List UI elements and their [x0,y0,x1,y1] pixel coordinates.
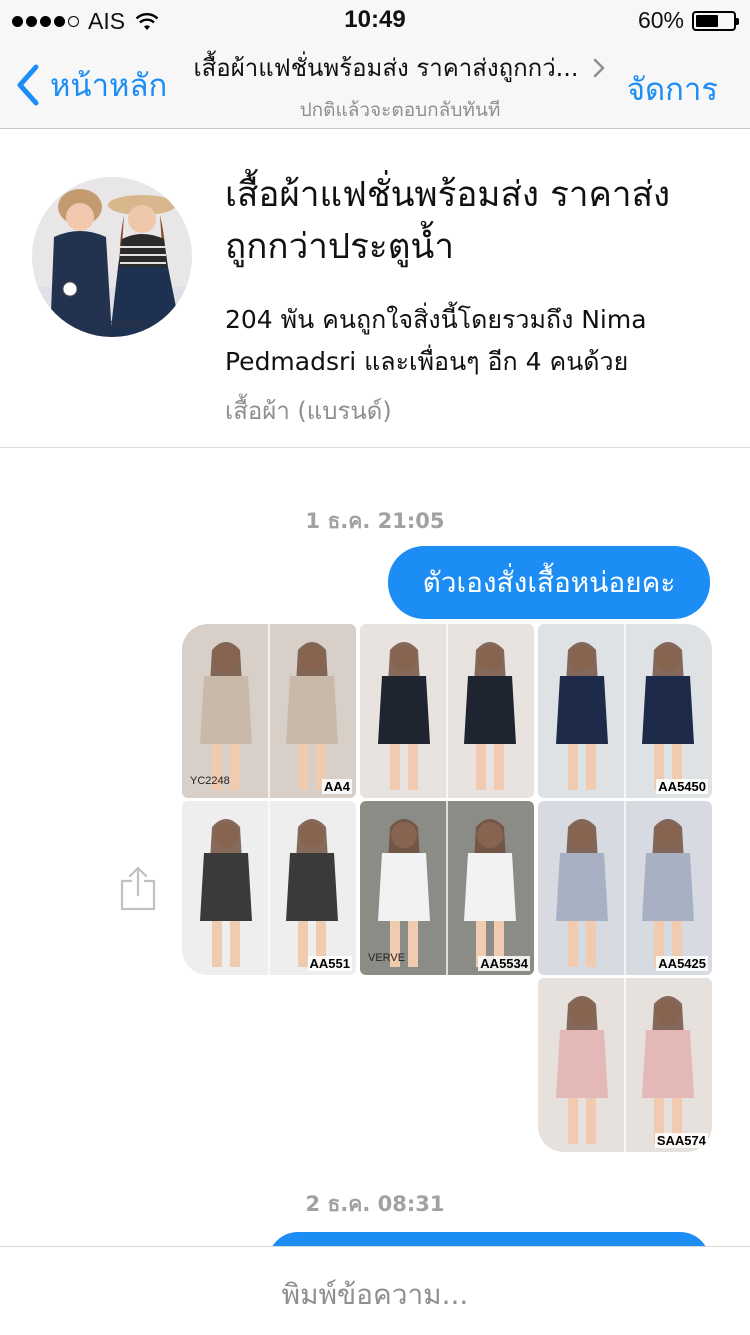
image-attachment[interactable]: YC2248 AA4 [182,624,356,798]
page-category: เสื้อผ้า (แบรนด์) [225,397,392,425]
battery-percent: 60% [637,7,684,33]
response-status: ปกติแล้วจะตอบกลับทันที [299,99,501,121]
fashion-photo [538,624,712,798]
fashion-photo [182,801,356,975]
avatar-photo: YC3174 [32,177,192,337]
image-attachment[interactable]: AA551 [182,801,356,975]
likes-line: Pedmadsri และเพื่อนๆ อีก 4 คนด้วย [225,347,629,376]
back-button[interactable]: หน้าหลัก [14,60,167,110]
image-attachment[interactable]: AA5425 [538,801,712,975]
conversation-title: เสื้อผ้าแฟชั่นพร้อมส่ง ราคาส่งถูกกว่... [193,54,579,82]
fashion-photo: YC2248 [182,624,356,798]
page-name[interactable]: เสื้อผ้าแฟชั่นพร้อมส่ง ราคาส่ง ถูกกว่าปร… [225,169,725,273]
share-icon[interactable] [118,865,158,913]
fashion-photo [538,978,712,1152]
conversation-header[interactable]: เสื้อผ้าแฟชั่นพร้อมส่ง ราคาส่งถูกกว่... … [180,48,620,125]
chevron-right-icon [593,58,605,77]
product-code: AA551 [307,956,352,971]
manage-button[interactable]: จัดการ [627,64,718,114]
message-composer[interactable]: พิมพ์ข้อความ... [0,1246,750,1335]
avatar-code: YC3174 [110,319,143,329]
navigation-bar: หน้าหลัก เสื้อผ้าแฟชั่นพร้อมส่ง ราคาส่งถ… [0,40,750,129]
message-timestamp: 1 ธ.ค. 21:05 [305,509,445,533]
product-code: AA5425 [656,956,708,971]
image-attachment[interactable]: AA5450 [538,624,712,798]
chevron-left-icon [17,64,39,106]
fashion-photo [538,801,712,975]
image-attachment-grid: YC2248 AA4 AA5450 AA551 VERVE AA5534 AA5425 SAA… [182,624,712,1152]
product-code: SAA574 [654,1133,708,1148]
likes-line: 204 พัน คนถูกใจสิ่งนี้โดยรวมถึง Nima [225,305,647,334]
image-attachment[interactable]: SAA574 [538,978,712,1152]
product-code: AA4 [321,779,352,794]
product-code: AA5450 [656,779,708,794]
status-bar: AIS 10:49 60% [0,0,750,40]
avatar[interactable]: YC3174 [32,177,192,337]
image-tag: YC2248 [190,775,230,787]
image-attachment[interactable]: VERVE AA5534 [360,801,534,975]
image-tag: VERVE [368,952,405,964]
battery-status: 60% [637,7,739,34]
page-name-line: ถูกกว่าประตูน้ำ [225,227,455,267]
outgoing-message-bubble[interactable]: ตัวเองสั่งเสื้อหน่อยคะ [388,546,710,619]
message-input[interactable]: พิมพ์ข้อความ... [0,1273,750,1317]
page-profile-card: YC3174 เสื้อผ้าแฟชั่นพร้อมส่ง ราคาส่ง ถู… [0,129,750,448]
page-name-line: เสื้อผ้าแฟชั่นพร้อมส่ง ราคาส่ง [225,175,671,215]
image-attachment[interactable] [360,624,534,798]
message-timestamp: 2 ธ.ค. 08:31 [305,1192,445,1216]
product-code: AA5534 [478,956,530,971]
battery-icon [692,10,739,31]
likes-summary: 204 พัน คนถูกใจสิ่งนี้โดยรวมถึง Nima Ped… [225,299,725,383]
fashion-photo [360,624,534,798]
fashion-photo: VERVE [360,801,534,975]
back-label: หน้าหลัก [50,68,168,104]
